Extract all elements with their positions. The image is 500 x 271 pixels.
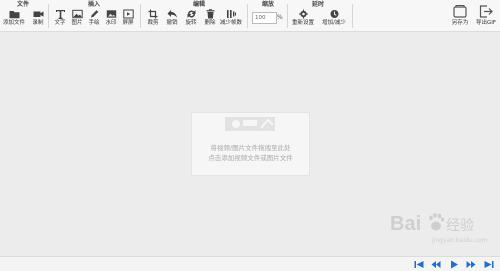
zoom-unit-label: %: [277, 14, 283, 21]
trash-icon: [205, 9, 216, 19]
adjust-delay-label: 增加/减少: [322, 20, 346, 26]
reduce-frames-button[interactable]: 减少帧数: [220, 9, 242, 31]
image-icon: [71, 9, 83, 19]
reduce-frames-label: 减少帧数: [219, 20, 242, 26]
group-title-zoom: 缩放: [261, 1, 274, 8]
baidu-watermark: Bai 经验 jingyan.baidu.com: [388, 208, 498, 248]
separator: [247, 4, 248, 28]
export-gif-label: 导出GIF: [475, 20, 497, 26]
skip-start-icon: [414, 261, 424, 268]
pen-icon: [89, 9, 100, 19]
watermark-brand2: 经验: [446, 218, 474, 234]
drop-zone[interactable]: 将视频/图片文件拖拽至此处 点击添加视频文件或图片文件: [191, 112, 310, 176]
export-icon: [472, 4, 500, 19]
drop-hint-line1: 将视频/图片文件拖拽至此处: [210, 144, 291, 152]
group-title-insert: 插入: [87, 1, 100, 8]
adjust-delay-button[interactable]: 增加/减少: [322, 9, 346, 31]
folder-icon: [9, 9, 20, 19]
watermark-url: jingyan.baidu.com: [431, 237, 488, 244]
reset-delay-button[interactable]: 重新设置: [291, 9, 315, 31]
playback-bar: [0, 256, 500, 271]
group-title-delay: 延时: [311, 1, 324, 8]
play-button[interactable]: [449, 260, 459, 269]
gear-icon: [298, 9, 309, 19]
play-icon: [451, 260, 458, 269]
first-frame-button[interactable]: [414, 260, 424, 269]
previous-frame-button[interactable]: [431, 260, 441, 269]
toolbar: 文件 插入 编辑 缩放 延时 添加文件 录制 文字 图片 手绘 水印 屏屏 裁剪…: [0, 0, 500, 32]
undo-icon: [167, 9, 178, 19]
export-gif-button[interactable]: 导出GIF: [472, 4, 500, 27]
camera-icon: [33, 9, 44, 19]
skip-end-icon: [484, 261, 494, 268]
drop-hint-line2: 点击添加视频文件或图片文件: [208, 154, 293, 162]
canvas-area[interactable]: 将视频/图片文件拖拽至此处 点击添加视频文件或图片文件 Bai 经验 jingy…: [0, 32, 500, 256]
last-frame-button[interactable]: [484, 260, 494, 269]
rewind-icon: [431, 261, 441, 268]
zoom-input[interactable]: 100: [252, 12, 277, 24]
separator: [352, 4, 353, 28]
fast-forward-icon: [466, 261, 476, 268]
frames-icon: [226, 9, 237, 19]
watermark-image-icon: [106, 9, 117, 19]
baidu-paw-logo: Bai 经验 jingyan.baidu.com: [390, 213, 488, 244]
crop-icon: [148, 9, 159, 19]
group-title-file: 文件: [16, 1, 29, 8]
watermark-brand: Bai: [390, 213, 421, 235]
save-as-icon: [446, 4, 474, 19]
next-frame-button[interactable]: [466, 260, 476, 269]
drop-image-icon: [225, 116, 275, 131]
group-title-edit: 编辑: [192, 1, 205, 8]
clock-icon: [329, 9, 340, 19]
rotate-icon: [186, 9, 197, 19]
text-t-icon: [55, 9, 66, 19]
screen-icon: [122, 9, 134, 19]
